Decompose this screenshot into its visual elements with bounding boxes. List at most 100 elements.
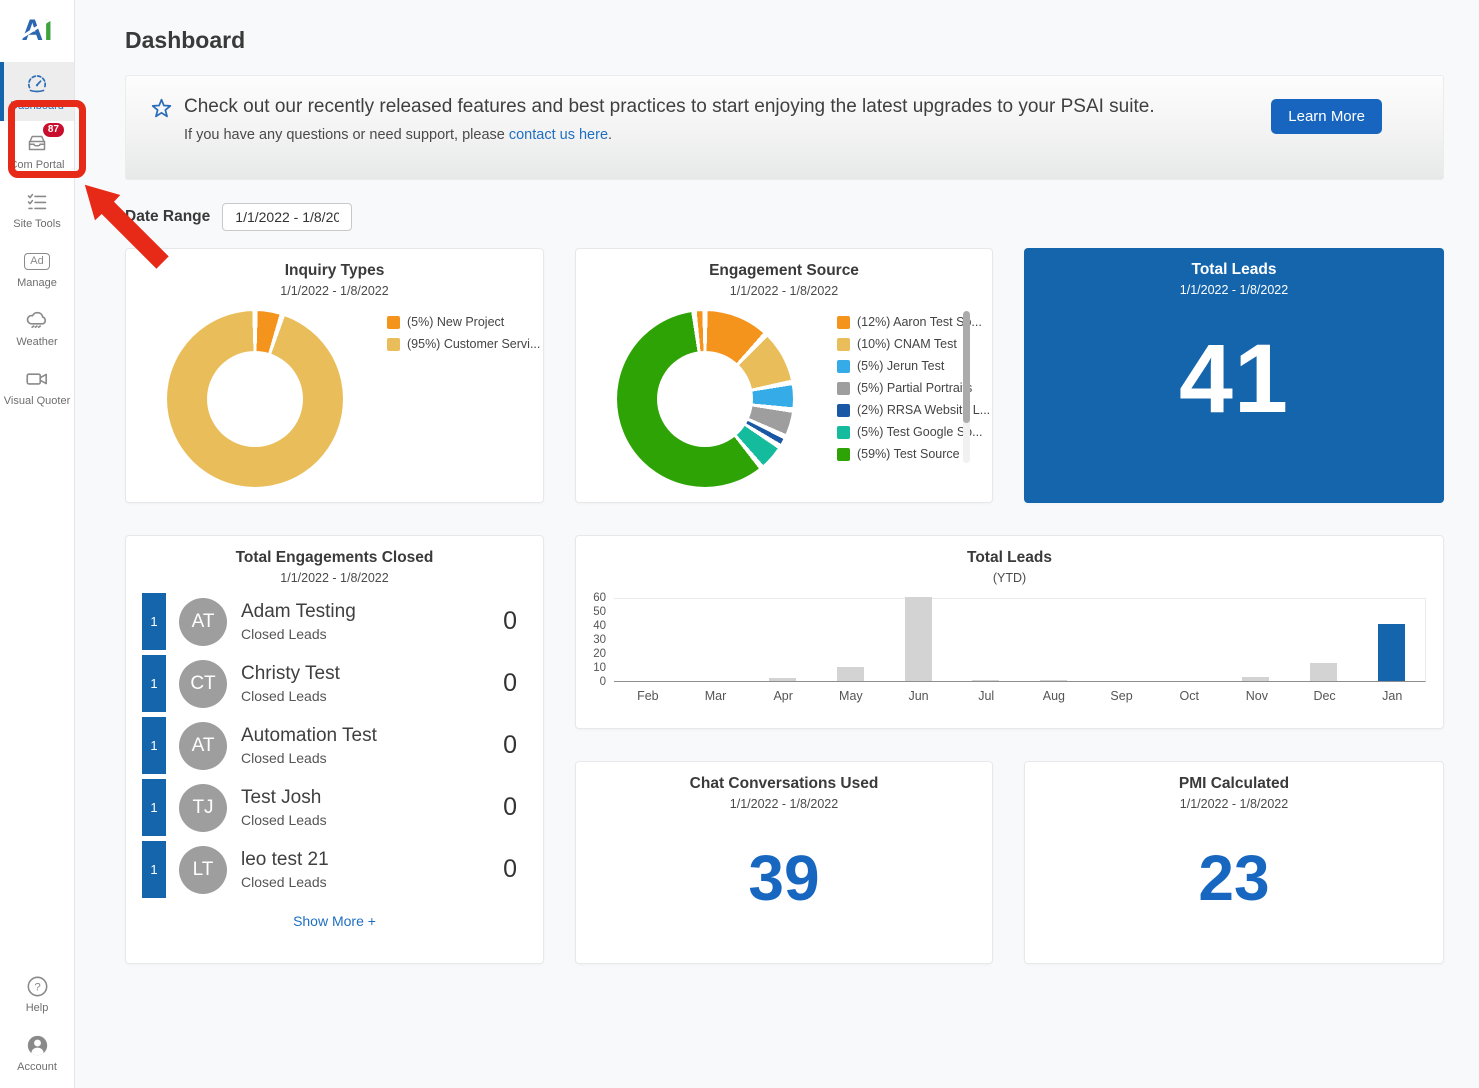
card-subtitle: (YTD) — [576, 571, 1443, 585]
engagement-row: 1ATAutomation TestClosed Leads0 — [142, 717, 527, 774]
sidebar-item-help[interactable]: ? Help — [0, 964, 74, 1023]
legend-swatch — [837, 426, 850, 439]
sidebar-item-site-tools[interactable]: Site Tools — [0, 180, 74, 239]
avatar: TJ — [179, 784, 227, 832]
video-camera-icon — [24, 366, 50, 392]
sidebar-item-weather[interactable]: Weather — [0, 298, 74, 357]
card-title: Total Engagements Closed — [126, 549, 543, 567]
legend-label: (5%) New Project — [407, 315, 504, 329]
bar-column[interactable] — [952, 599, 1020, 681]
bar — [769, 678, 796, 681]
x-axis-tick-label: Feb — [614, 689, 682, 703]
page-title: Dashboard — [125, 0, 1444, 75]
x-axis-tick-label: Oct — [1155, 689, 1223, 703]
avatar: CT — [179, 660, 227, 708]
bar — [1378, 624, 1405, 681]
learn-more-button[interactable]: Learn More — [1271, 99, 1382, 134]
sidebar-item-label: Weather — [16, 336, 57, 348]
engagement-source-donut-chart[interactable] — [617, 311, 793, 487]
engagement-row: 1TJTest JoshClosed Leads0 — [142, 779, 527, 836]
card-header: Engagement Source 1/1/2022 - 1/8/2022 — [576, 249, 992, 298]
y-axis-tick-label: 30 — [593, 634, 606, 646]
rank-badge: 1 — [142, 779, 166, 836]
x-axis-tick-label: Jun — [885, 689, 953, 703]
sidebar-item-label: Manage — [17, 277, 57, 289]
legend-item[interactable]: (5%) New Project — [387, 315, 540, 329]
card-header: Total Engagements Closed 1/1/2022 - 1/8/… — [126, 536, 543, 585]
sidebar-item-dashboard[interactable]: Dashboard — [0, 62, 74, 121]
show-more-link[interactable]: Show More + — [126, 913, 543, 929]
card-title: Total Leads — [1024, 261, 1444, 279]
engagement-row: 1LTleo test 21Closed Leads0 — [142, 841, 527, 898]
y-axis-tick-label: 0 — [600, 676, 606, 688]
bar-column[interactable] — [1019, 599, 1087, 681]
card-header: Total Leads (YTD) — [576, 536, 1443, 585]
bar-chart-y-axis: 6050403020100 — [582, 598, 609, 682]
inquiry-types-donut-chart[interactable] — [167, 311, 343, 487]
legend-item[interactable]: (95%) Customer Servi... — [387, 337, 540, 351]
bar-column[interactable] — [884, 599, 952, 681]
bar-column[interactable] — [1290, 599, 1358, 681]
gauge-icon — [24, 71, 50, 97]
card-header: PMI Calculated 1/1/2022 - 1/8/2022 — [1025, 762, 1443, 811]
banner-support-text: If you have any questions or need suppor… — [184, 127, 1233, 143]
legend-swatch — [837, 338, 850, 351]
date-range-input[interactable] — [222, 203, 352, 231]
legend-label: (5%) Partial Portraits — [857, 381, 972, 395]
engagement-info: Test JoshClosed Leads — [241, 787, 327, 828]
bar-column[interactable] — [749, 599, 817, 681]
y-axis-tick-label: 10 — [593, 662, 606, 674]
main-content: Dashboard Check out our recently release… — [76, 0, 1479, 964]
date-range-label: Date Range — [125, 208, 210, 226]
bar-column[interactable] — [614, 599, 682, 681]
com-portal-badge: 87 — [43, 123, 64, 137]
total-engagements-closed-card: Total Engagements Closed 1/1/2022 - 1/8/… — [125, 535, 544, 964]
engagement-value: 0 — [503, 669, 527, 698]
sidebar-item-com-portal[interactable]: 87 Com Portal — [0, 121, 74, 180]
bar-chart-plot — [614, 598, 1426, 682]
account-icon — [24, 1032, 50, 1058]
inquiry-types-legend: (5%) New Project (95%) Customer Servi... — [387, 315, 540, 351]
sidebar-item-label: Dashboard — [10, 100, 64, 112]
bar — [905, 597, 932, 681]
engagement-sublabel: Closed Leads — [241, 688, 340, 704]
total-leads-value: 41 — [1024, 323, 1444, 435]
legend-label: (5%) Jerun Test — [857, 359, 944, 373]
sidebar-item-label: Site Tools — [13, 218, 61, 230]
x-axis-tick-label: Nov — [1223, 689, 1291, 703]
contact-us-link[interactable]: contact us here — [509, 127, 608, 143]
y-axis-tick-label: 40 — [593, 620, 606, 632]
dashboard-grid: Inquiry Types 1/1/2022 - 1/8/2022 (5%) N… — [125, 248, 1444, 964]
bar-column[interactable] — [1155, 599, 1223, 681]
banner-support-suffix: . — [608, 127, 612, 143]
bar-column[interactable] — [1222, 599, 1290, 681]
checklist-icon — [24, 189, 50, 215]
sidebar-item-account[interactable]: Account — [0, 1023, 74, 1082]
ad-icon: Ad — [24, 248, 50, 274]
sidebar-item-visual-quoter[interactable]: Visual Quoter — [0, 357, 74, 416]
legend-label: (10%) CNAM Test — [857, 337, 957, 351]
avatar: LT — [179, 846, 227, 894]
legend-scrollbar-thumb[interactable] — [963, 311, 970, 423]
engagement-info: Adam TestingClosed Leads — [241, 601, 356, 642]
avatar: AT — [179, 598, 227, 646]
card-subtitle: 1/1/2022 - 1/8/2022 — [1024, 283, 1444, 297]
bar-column[interactable] — [1357, 599, 1425, 681]
card-header: Chat Conversations Used 1/1/2022 - 1/8/2… — [576, 762, 992, 811]
card-subtitle: 1/1/2022 - 1/8/2022 — [126, 571, 543, 585]
bar-column[interactable] — [817, 599, 885, 681]
sidebar-item-label: Com Portal — [9, 159, 64, 171]
sidebar-item-manage[interactable]: Ad Manage — [0, 239, 74, 298]
card-title: Engagement Source — [576, 262, 992, 280]
bar — [972, 680, 999, 682]
legend-swatch — [837, 404, 850, 417]
bar-column[interactable] — [682, 599, 750, 681]
legend-label: (59%) Test Source — [857, 447, 960, 461]
legend-swatch — [837, 382, 850, 395]
app-logo[interactable]: A I — [0, 0, 74, 62]
banner-message: Check out our recently released features… — [184, 94, 1224, 120]
banner-support-prefix: If you have any questions or need suppor… — [184, 127, 509, 143]
bar-column[interactable] — [1087, 599, 1155, 681]
x-axis-tick-label: Dec — [1291, 689, 1359, 703]
total-leads-ytd-card: Total Leads (YTD) 6050403020100 FebMarAp… — [575, 535, 1444, 729]
